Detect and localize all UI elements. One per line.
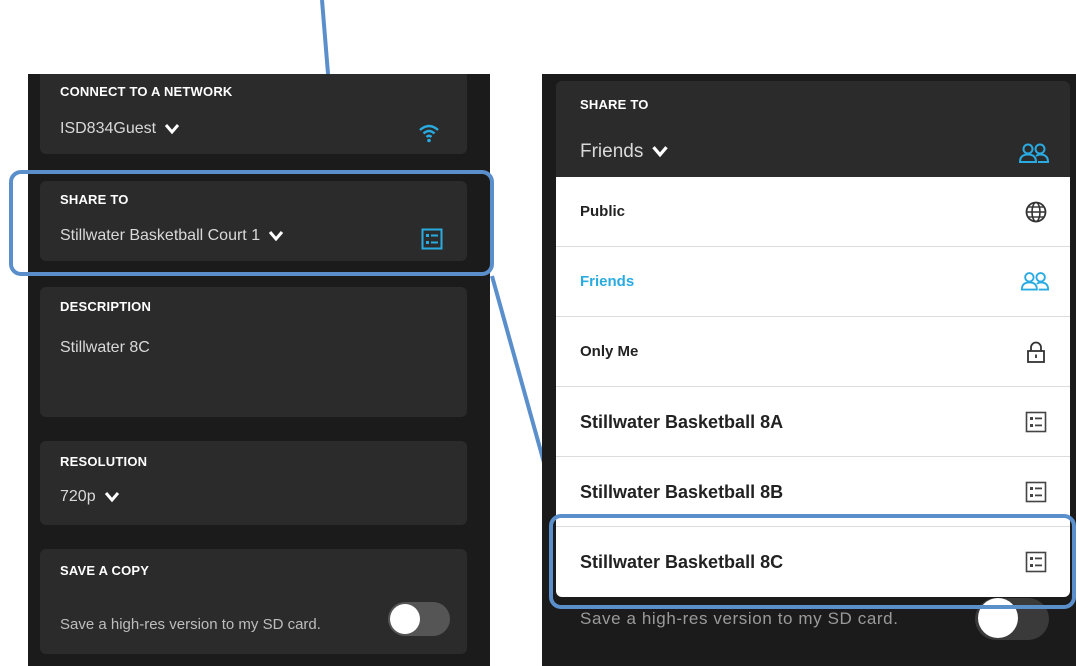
- right-share-to-label: SHARE TO: [580, 97, 649, 112]
- wifi-icon: [419, 124, 439, 143]
- resolution-label: RESOLUTION: [60, 454, 148, 469]
- toggle-knob: [390, 604, 420, 634]
- list-icon: [1025, 411, 1047, 433]
- right-share-to-select[interactable]: Friends: [580, 141, 669, 163]
- dropdown-option-friends[interactable]: Friends: [556, 247, 1070, 317]
- right-save-copy-text: Save a high-res version to my SD card.: [580, 609, 899, 628]
- option-label: Public: [580, 203, 626, 220]
- chevron-down-icon: [104, 491, 119, 503]
- option-label: Only Me: [580, 343, 639, 360]
- network-value: ISD834Guest: [60, 120, 157, 137]
- globe-icon: [1025, 201, 1047, 223]
- resolution-select[interactable]: 720p: [60, 488, 120, 506]
- list-icon: [1025, 481, 1047, 503]
- dropdown-option-only-me[interactable]: Only Me: [556, 317, 1070, 387]
- description-card[interactable]: DESCRIPTION Stillwater 8C: [40, 287, 467, 417]
- friends-icon: [1018, 143, 1050, 163]
- chevron-down-icon: [652, 146, 669, 158]
- right-share-to-card[interactable]: SHARE TO Friends: [556, 81, 1070, 177]
- save-copy-text: Save a high-res version to my SD card.: [60, 616, 321, 633]
- option-8c-highlight: [549, 514, 1076, 609]
- friends-icon: [1020, 272, 1050, 291]
- save-copy-toggle[interactable]: [388, 602, 450, 636]
- option-label: Friends: [580, 273, 635, 290]
- share-to-highlight: [9, 170, 494, 276]
- save-copy-label: SAVE A COPY: [60, 563, 150, 578]
- dropdown-option-8a[interactable]: Stillwater Basketball 8A: [556, 387, 1070, 457]
- network-select[interactable]: ISD834Guest: [60, 120, 180, 138]
- save-copy-card: SAVE A COPY Save a high-res version to m…: [40, 549, 467, 654]
- resolution-card[interactable]: RESOLUTION 720p: [40, 441, 467, 525]
- resolution-value: 720p: [60, 488, 96, 505]
- dropdown-option-public[interactable]: Public: [556, 177, 1070, 247]
- network-label: CONNECT TO A NETWORK: [60, 84, 233, 99]
- description-field[interactable]: Stillwater 8C: [60, 339, 150, 357]
- network-card[interactable]: CONNECT TO A NETWORK ISD834Guest: [40, 74, 467, 154]
- option-label: Stillwater Basketball 8A: [580, 412, 784, 432]
- lock-icon: [1027, 341, 1045, 363]
- chevron-down-icon: [164, 123, 180, 135]
- description-label: DESCRIPTION: [60, 299, 152, 314]
- right-share-to-value: Friends: [580, 141, 644, 162]
